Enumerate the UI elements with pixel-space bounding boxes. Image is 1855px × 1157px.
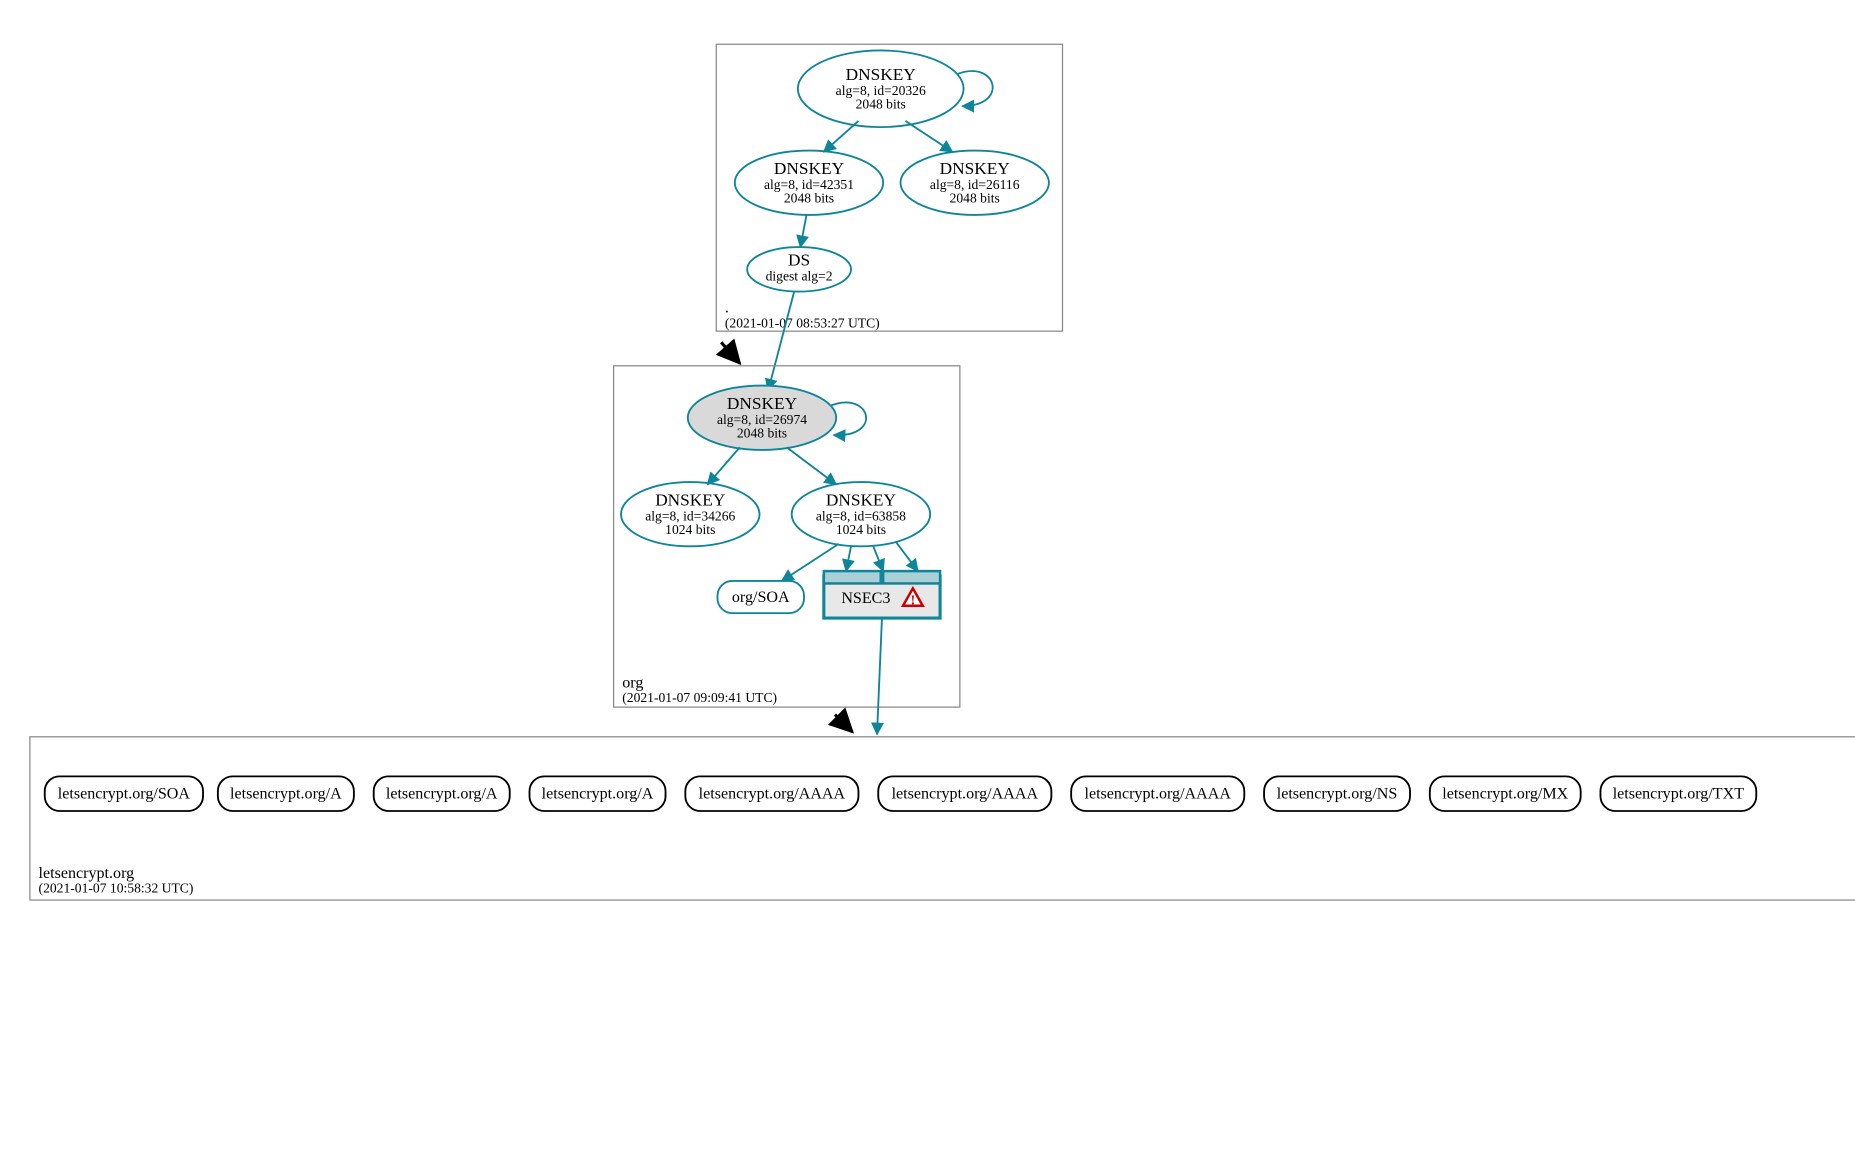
svg-text:letsencrypt.org/MX: letsencrypt.org/MX [1442,786,1568,803]
edge-zsk1-ds [800,215,806,247]
dnssec-graph: . (2021-01-07 08:53:27 UTC) DNSKEY alg=8… [20,20,1855,1137]
node-root-zsk2[interactable]: DNSKEY alg=8, id=26116 2048 bits [901,151,1049,215]
svg-text:letsencrypt.org/A: letsencrypt.org/A [230,786,342,803]
record-ns[interactable]: letsencrypt.org/NS [1264,776,1410,811]
svg-text:DNSKEY: DNSKEY [826,491,897,510]
record-soa[interactable]: letsencrypt.org/SOA [45,776,203,811]
svg-text:letsencrypt.org/AAAA: letsencrypt.org/AAAA [699,786,846,803]
zone-org-timestamp: (2021-01-07 09:09:41 UTC) [622,690,777,706]
edge-orgksk-zsk2 [787,447,836,484]
node-root-ksk[interactable]: DNSKEY alg=8, id=20326 2048 bits [798,50,964,127]
svg-text:DNSKEY: DNSKEY [727,394,798,413]
svg-text:org/SOA: org/SOA [732,589,790,606]
svg-text:letsencrypt.org/A: letsencrypt.org/A [542,786,654,803]
zone-org-label: org [622,674,643,691]
edge-orgksk-zsk1 [708,447,740,484]
edge-nsec3-le [877,618,882,734]
svg-text:letsencrypt.org/AAAA: letsencrypt.org/AAAA [1084,786,1231,803]
node-root-zsk1[interactable]: DNSKEY alg=8, id=42351 2048 bits [735,151,883,215]
svg-text:letsencrypt.org/SOA: letsencrypt.org/SOA [58,786,191,803]
edge-zsk2-nsec3c [896,541,918,571]
svg-text:letsencrypt.org/A: letsencrypt.org/A [386,786,498,803]
edge-zone-root-org [721,342,740,363]
record-txt[interactable]: letsencrypt.org/TXT [1600,776,1756,811]
node-org-zsk2[interactable]: DNSKEY alg=8, id=63858 1024 bits [792,482,931,546]
edge-rootksk-zsk1 [824,121,859,152]
record-a-1[interactable]: letsencrypt.org/A [218,776,354,811]
svg-text:2048 bits: 2048 bits [950,191,1000,206]
zone-le-timestamp: (2021-01-07 10:58:32 UTC) [39,881,194,897]
edge-ds-orgksk [768,292,794,391]
zone-root-timestamp: (2021-01-07 08:53:27 UTC) [725,315,880,331]
record-a-3[interactable]: letsencrypt.org/A [530,776,666,811]
record-aaaa-3[interactable]: letsencrypt.org/AAAA [1071,776,1244,811]
svg-text:2048 bits: 2048 bits [784,191,834,206]
svg-text:letsencrypt.org/TXT: letsencrypt.org/TXT [1613,786,1744,803]
edge-zone-org-le [835,715,852,732]
svg-text:DNSKEY: DNSKEY [774,159,845,178]
node-nsec3[interactable]: NSEC3 ! [824,571,940,618]
svg-text:DNSKEY: DNSKEY [846,65,917,84]
svg-text:2048 bits: 2048 bits [737,426,787,441]
svg-text:1024 bits: 1024 bits [836,522,886,537]
svg-text:DNSKEY: DNSKEY [655,491,726,510]
svg-text:DS: DS [788,251,810,270]
edge-zsk2-nsec3a [846,546,851,571]
record-mx[interactable]: letsencrypt.org/MX [1430,776,1581,811]
svg-text:digest alg=2: digest alg=2 [766,268,833,283]
svg-text:1024 bits: 1024 bits [665,522,715,537]
record-aaaa-2[interactable]: letsencrypt.org/AAAA [878,776,1051,811]
record-a-2[interactable]: letsencrypt.org/A [374,776,510,811]
node-org-soa[interactable]: org/SOA [717,581,804,613]
zone-org: org (2021-01-07 09:09:41 UTC) DNSKEY alg… [614,366,960,707]
node-org-zsk1[interactable]: DNSKEY alg=8, id=34266 1024 bits [621,482,760,546]
zone-le-label: letsencrypt.org [39,865,135,882]
svg-text:!: ! [911,592,916,607]
zone-root: . (2021-01-07 08:53:27 UTC) DNSKEY alg=8… [716,44,1062,331]
zone-root-label: . [725,300,729,317]
svg-text:letsencrypt.org/NS: letsencrypt.org/NS [1277,786,1398,803]
edge-rootksk-zsk2 [905,121,952,152]
node-org-ksk[interactable]: DNSKEY alg=8, id=26974 2048 bits [688,386,836,450]
svg-text:letsencrypt.org/AAAA: letsencrypt.org/AAAA [892,786,1039,803]
svg-text:NSEC3: NSEC3 [841,590,890,607]
svg-text:DNSKEY: DNSKEY [940,159,1011,178]
svg-text:2048 bits: 2048 bits [856,97,906,112]
edge-zsk2-nsec3b [873,546,883,571]
zone-letsencrypt: letsencrypt.org (2021-01-07 10:58:32 UTC… [30,737,1855,900]
record-aaaa-1[interactable]: letsencrypt.org/AAAA [685,776,858,811]
node-root-ds[interactable]: DS digest alg=2 [747,247,851,292]
